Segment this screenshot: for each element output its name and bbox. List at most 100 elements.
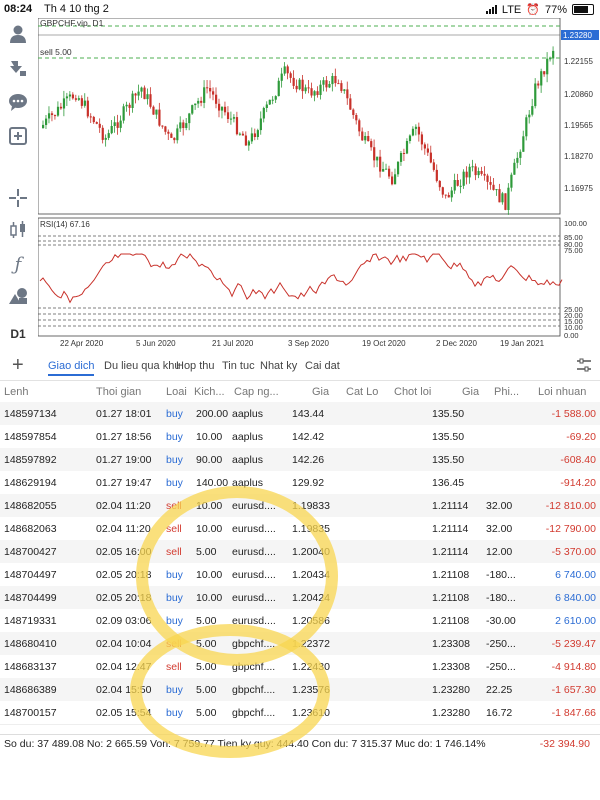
candle-body: [399, 153, 403, 162]
order-id: 148597892: [4, 454, 57, 466]
order-symbol: eurusd....: [232, 546, 276, 558]
date-tick: 3 Sep 2020: [288, 339, 329, 348]
order-time: 02.05 20:18: [96, 592, 152, 604]
candle-body: [310, 88, 313, 96]
objects-icon[interactable]: [6, 284, 30, 308]
order-type: buy: [166, 592, 183, 604]
position-row[interactable]: 148682063 02.04 11:20 sell 10.00 eurusd.... 1…: [0, 517, 600, 541]
order-type: sell: [166, 546, 182, 558]
position-row[interactable]: 148682055 02.04 11:20 sell 10.00 eurusd.... 1…: [0, 494, 600, 518]
candle-body: [206, 87, 209, 89]
order-size: 10.00: [196, 500, 223, 512]
tab-history[interactable]: Du lieu qua khu: [104, 360, 180, 372]
position-row[interactable]: 148704497 02.05 20:18 buy 10.00 eurusd.... 1.…: [0, 563, 600, 587]
order-current-price: 1.23308: [432, 638, 470, 650]
candle-body: [176, 128, 179, 141]
tab-mailbox[interactable]: Hop thu: [176, 360, 215, 372]
price-chart[interactable]: GBPCHF.vip, D1 sell 5.00 1.23280 1.22155…: [37, 17, 600, 348]
candle-body: [197, 100, 200, 104]
candle-body: [376, 156, 379, 161]
date-tick: 19 Oct 2020: [362, 339, 406, 348]
position-row[interactable]: 148700157 02.05 15:54 buy 5.00 gbpchf.... 1.2…: [0, 701, 600, 725]
candle-body: [507, 187, 510, 210]
order-open-price: 1.20434: [292, 569, 330, 581]
chart-toolbar: ƒ D1: [0, 18, 36, 348]
candle-body: [411, 128, 415, 136]
main-chart-frame: [37, 17, 561, 215]
person-icon[interactable]: [6, 22, 30, 46]
candle-body: [92, 116, 95, 123]
position-row[interactable]: 148704499 02.05 20:18 buy 10.00 eurusd.... 1.…: [0, 586, 600, 610]
order-time: 02.04 10:04: [96, 638, 152, 650]
position-row[interactable]: 148597892 01.27 19:00 buy 90.00 aaplus 142.26…: [0, 448, 600, 472]
order-current-price: 1.21114: [432, 546, 469, 558]
candle-body: [462, 171, 465, 186]
candle-body: [417, 126, 421, 135]
candle-body: [262, 108, 265, 119]
status-time: 08:24: [4, 3, 33, 15]
position-row[interactable]: 148719331 02.09 03:06 buy 5.00 eurusd.... 1.2…: [0, 609, 600, 633]
position-row[interactable]: 148680410 02.04 10:04 sell 5.00 gbpchf.... 1.…: [0, 632, 600, 656]
candle-body: [295, 85, 298, 90]
order-open-price: 1.22430: [292, 661, 330, 673]
tab-news[interactable]: Tin tuc: [222, 360, 255, 372]
position-row[interactable]: 148597134 01.27 18:01 buy 200.00 aaplus 143.4…: [0, 402, 600, 426]
order-symbol: gbpchf....: [232, 707, 276, 719]
candle-body: [229, 118, 233, 120]
order-type: buy: [166, 684, 183, 696]
order-id: 148704497: [4, 569, 57, 581]
date-tick: 19 Jan 2021: [500, 339, 545, 348]
position-row[interactable]: 148686389 02.04 15:50 buy 5.00 gbpchf.... 1.2…: [0, 678, 600, 702]
tab-settings[interactable]: Cai dat: [305, 360, 340, 372]
order-size: 200.00: [196, 408, 229, 420]
order-profit: -1 588.00: [551, 408, 596, 420]
candle-body: [444, 194, 447, 196]
order-open-price: 142.26: [292, 454, 325, 466]
tab-trade[interactable]: Giao dich: [48, 360, 95, 376]
order-fee: -250...: [486, 661, 516, 673]
order-symbol: aaplus: [232, 431, 263, 443]
crosshair-icon[interactable]: [6, 186, 30, 210]
download-icon[interactable]: [6, 56, 30, 80]
chat-icon[interactable]: [6, 90, 30, 114]
candle-body: [328, 84, 331, 88]
candles-icon[interactable]: [6, 218, 30, 242]
candle-body: [259, 118, 262, 131]
candle-body: [379, 156, 382, 172]
candle-body: [289, 73, 292, 78]
candle-body: [170, 133, 173, 138]
candle-body: [71, 94, 75, 99]
candle-body: [498, 189, 501, 203]
order-open-price: 142.42: [292, 431, 325, 443]
candle-body: [155, 109, 158, 115]
add-order-icon[interactable]: +: [12, 354, 24, 377]
function-icon[interactable]: ƒ: [6, 252, 30, 276]
position-row[interactable]: 148629194 01.27 19:47 buy 140.00 aaplus 129.9…: [0, 471, 600, 495]
alarm-icon: ⏰: [526, 4, 540, 16]
position-row[interactable]: 148683137 02.04 12:47 sell 5.00 gbpchf.... 1.…: [0, 655, 600, 679]
candle-body: [62, 98, 66, 109]
candle-body: [382, 169, 385, 172]
candle-body: [286, 66, 289, 74]
add-square-icon[interactable]: [6, 124, 30, 148]
order-fee: -250...: [486, 638, 516, 650]
candle-body: [217, 103, 221, 111]
rsi-label: RSI(14) 67.16: [40, 220, 90, 229]
position-row[interactable]: 148700427 02.05 16:00 sell 5.00 eurusd.... 1.…: [0, 540, 600, 564]
order-id: 148597134: [4, 408, 57, 420]
candle-body: [480, 171, 483, 174]
candle-body: [50, 113, 54, 115]
candle-body: [393, 174, 397, 185]
current-price-label: 1.23280: [563, 31, 592, 40]
candle-body: [68, 94, 72, 97]
order-type: sell: [166, 523, 182, 535]
summary-text: So du: 37 489.08 No: 2 665.59 Von: 7 759…: [4, 738, 486, 750]
position-row[interactable]: 148597854 01.27 18:56 buy 10.00 aaplus 142.42…: [0, 425, 600, 449]
tab-journal[interactable]: Nhat ky: [260, 360, 297, 372]
order-open-price: 1.23610: [292, 707, 330, 719]
order-current-price: 1.21114: [432, 523, 469, 535]
sliders-icon[interactable]: [576, 358, 592, 372]
candle-body: [80, 98, 83, 106]
date-tick: 2 Dec 2020: [436, 339, 477, 348]
timeframe-label[interactable]: D1: [6, 322, 30, 346]
